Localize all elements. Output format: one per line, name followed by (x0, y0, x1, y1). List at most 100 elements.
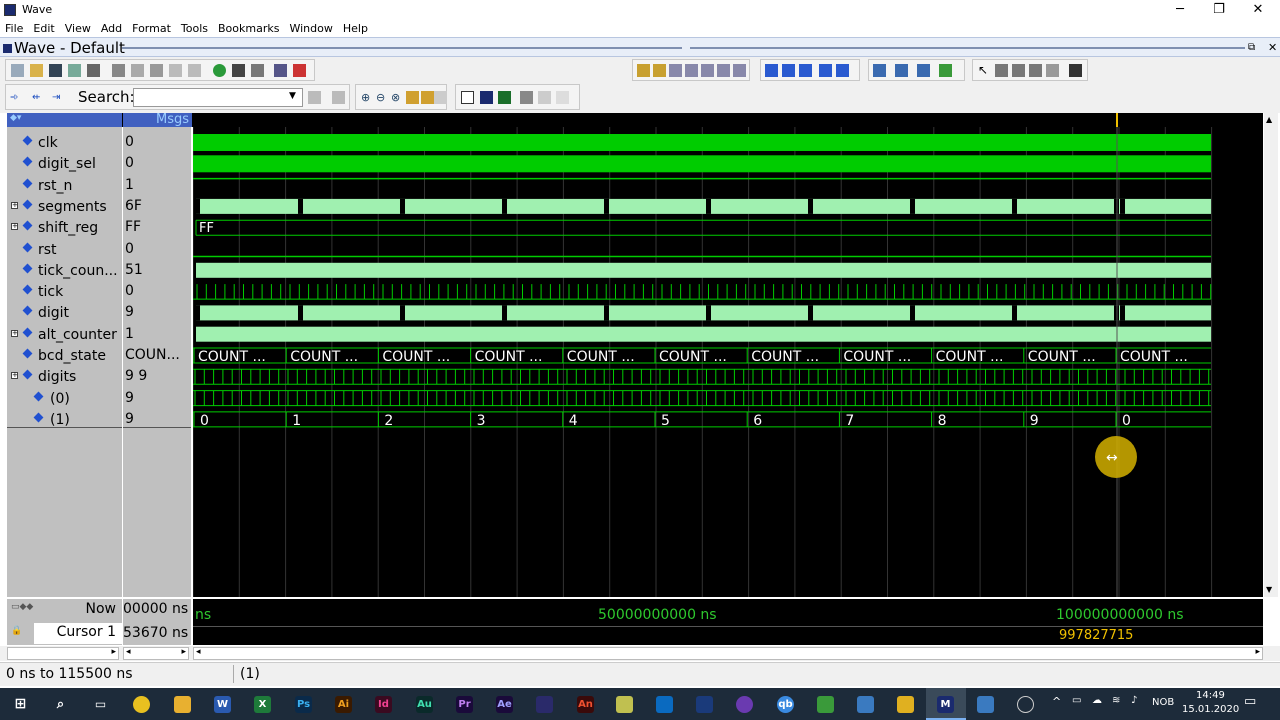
photoshop-icon[interactable]: Ps (295, 696, 312, 713)
tray-wifi-icon[interactable]: ≋ (1112, 695, 1120, 706)
tray-cloud-icon[interactable]: ☁ (1092, 695, 1102, 706)
format-icon[interactable] (251, 64, 264, 77)
expand-toggle-icon[interactable]: + (11, 201, 18, 209)
wave-compare-icon[interactable] (274, 64, 287, 77)
signal-row[interactable]: clk (7, 132, 122, 153)
signal-row[interactable]: rst (7, 239, 122, 260)
signal-row[interactable]: rst_n (7, 175, 122, 196)
save-icon[interactable] (49, 64, 62, 77)
signal-row[interactable]: digit (7, 302, 122, 323)
open-icon[interactable] (30, 64, 43, 77)
notepad-icon[interactable] (616, 696, 633, 713)
pointer-icon[interactable]: ↖ (978, 64, 991, 77)
maximize-button[interactable]: ❐ (1199, 0, 1239, 20)
measure-icon[interactable] (1029, 64, 1042, 77)
cursor-name-box[interactable]: Cursor 1 (34, 623, 122, 644)
zoom-in-icon[interactable]: ⊕ (361, 91, 374, 104)
search-options-icon[interactable] (332, 91, 345, 104)
edge-next-icon[interactable] (653, 64, 666, 77)
signal-row[interactable]: + alt_counter (7, 324, 122, 345)
zoom-mode-icon[interactable] (995, 64, 1008, 77)
dataflow-icon[interactable] (498, 91, 511, 104)
app-icon-generic[interactable] (817, 696, 834, 713)
signal-row[interactable]: + digits (7, 366, 122, 387)
delete-icon[interactable] (293, 64, 306, 77)
wave-hscroll[interactable]: ◂ ▸ (193, 647, 1263, 660)
zoom-out-icon[interactable]: ⊖ (376, 91, 389, 104)
restart-icon[interactable] (836, 64, 849, 77)
signal-row[interactable]: tick (7, 281, 122, 302)
quartus-icon[interactable] (536, 696, 553, 713)
search-icon[interactable]: ⌕ (52, 696, 69, 713)
scroll-down-icon[interactable]: ▼ (1266, 585, 1272, 594)
edge-last-icon[interactable] (717, 64, 730, 77)
cut-icon[interactable] (112, 64, 125, 77)
msgs-column-header[interactable]: Msgs (123, 112, 192, 127)
expand-toggle-icon[interactable]: + (11, 372, 18, 380)
delete-cursor-icon[interactable] (895, 64, 908, 77)
waveform-pane[interactable]: FF COUNT ... COUNT ... COUNT ... COUNT ... CO… (193, 127, 1263, 597)
split-icon[interactable] (1069, 64, 1082, 77)
zoom-last-icon[interactable] (434, 91, 447, 104)
reload-icon[interactable] (68, 64, 81, 77)
pane-undock-icon[interactable]: ⧉ (1248, 42, 1255, 53)
tray-date[interactable]: 15.01.2020 (1182, 704, 1239, 715)
excel-icon[interactable]: X (254, 696, 271, 713)
notification-icon[interactable]: ▭ (1244, 694, 1256, 709)
cursor-mode-icon[interactable] (939, 64, 952, 77)
list-view-icon[interactable] (480, 91, 493, 104)
vscode-icon[interactable] (656, 696, 673, 713)
print-icon[interactable] (87, 64, 100, 77)
names-hscroll[interactable]: ▸ (7, 647, 119, 660)
settings-app-icon[interactable] (897, 696, 914, 713)
signal-row[interactable]: + shift_reg (7, 217, 122, 238)
signal-row[interactable]: bcd_state (7, 345, 122, 366)
menu-view[interactable]: View (60, 20, 96, 37)
qbittorrent-icon[interactable]: qb (777, 696, 794, 713)
zoom-range-icon[interactable] (421, 91, 434, 104)
tray-chevron-icon[interactable]: ^ (1052, 695, 1061, 708)
undo-icon[interactable] (169, 64, 182, 77)
values-hscroll[interactable]: ◂ ▸ (123, 647, 189, 660)
powershell-icon[interactable] (696, 696, 713, 713)
step-up-icon[interactable] (765, 64, 778, 77)
step-over-icon[interactable] (782, 64, 795, 77)
edge-fall-icon[interactable] (685, 64, 698, 77)
menu-bookmarks[interactable]: Bookmarks (213, 20, 284, 37)
expand-toggle-icon[interactable]: + (11, 329, 18, 337)
lock-cursor-icon[interactable] (917, 64, 930, 77)
signal-row[interactable]: + segments (7, 196, 122, 217)
run-icon[interactable] (213, 64, 226, 77)
modelsim-taskbar-button[interactable]: M (926, 688, 966, 720)
edge-prev-icon[interactable] (637, 64, 650, 77)
add-cursor-icon[interactable] (873, 64, 886, 77)
zoom-cursor-icon[interactable] (406, 91, 419, 104)
menu-help[interactable]: Help (338, 20, 373, 37)
close-button[interactable]: ✕ (1238, 0, 1278, 20)
insert-divider-icon[interactable]: ⇥ (52, 91, 65, 104)
file-explorer-icon[interactable] (174, 696, 191, 713)
pane-grip[interactable] (690, 47, 1245, 49)
tray-battery-icon[interactable]: ▭ (1072, 695, 1081, 706)
menu-window[interactable]: Window (284, 20, 337, 37)
vertical-scrollbar[interactable]: ▲ ▼ (1264, 113, 1278, 597)
format-radix-icon[interactable] (520, 91, 533, 104)
signal-row[interactable]: (0) (7, 388, 122, 409)
paste-icon[interactable] (150, 64, 163, 77)
vmware-icon[interactable] (977, 696, 994, 713)
edge-any-icon[interactable] (701, 64, 714, 77)
premiere-icon[interactable]: Pr (456, 696, 473, 713)
wave-view-icon[interactable] (461, 91, 474, 104)
expand-icon[interactable]: ➾ (10, 91, 23, 104)
search-dropdown-icon[interactable]: ▼ (289, 91, 296, 101)
menu-file[interactable]: File (0, 20, 28, 37)
menu-edit[interactable]: Edit (28, 20, 59, 37)
word-icon[interactable]: W (214, 696, 231, 713)
after-effects-icon[interactable]: Ae (496, 696, 513, 713)
pan-mode-icon[interactable] (1012, 64, 1025, 77)
shield-icon[interactable] (857, 696, 874, 713)
collapse-icon[interactable]: ⇷ (32, 91, 45, 104)
search-prev-icon[interactable] (308, 91, 321, 104)
waveform-canvas[interactable]: FF COUNT ... COUNT ... COUNT ... COUNT ... CO… (193, 127, 1263, 597)
expand-toggle-icon[interactable]: + (11, 223, 18, 231)
